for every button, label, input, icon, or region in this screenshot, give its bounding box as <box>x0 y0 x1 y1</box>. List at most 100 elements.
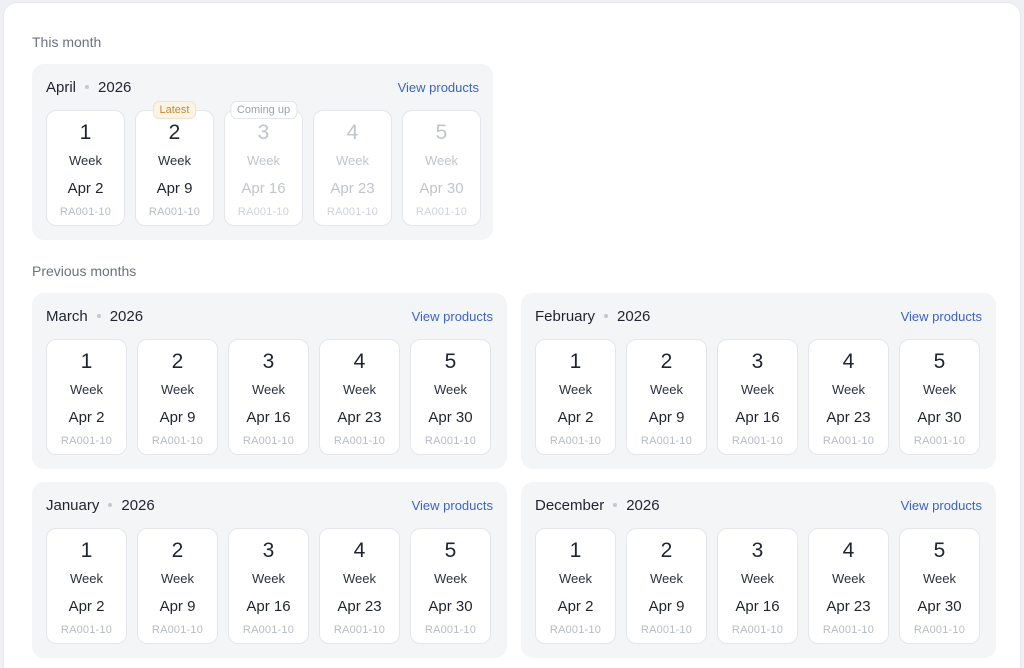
week-number: 5 <box>444 539 457 562</box>
week-tile-1[interactable]: 1 Week Apr 2 RA001-10 <box>46 110 125 226</box>
week-number: 1 <box>569 350 582 373</box>
view-products-link[interactable]: View products <box>412 498 493 513</box>
week-label: Week <box>650 571 683 586</box>
week-date: Apr 23 <box>337 598 382 615</box>
week-list: 1 Week Apr 2 RA001-10 2 Week Apr 9 RA001… <box>535 339 980 455</box>
week-label: Week <box>252 571 285 586</box>
week-code: RA001-10 <box>549 624 602 636</box>
month-card-february: February 2026 View products 1 Week Apr 2… <box>521 293 996 469</box>
week-date: Apr 9 <box>159 409 196 426</box>
view-products-link[interactable]: View products <box>901 309 982 324</box>
week-date: Apr 16 <box>246 409 291 426</box>
month-header: December 2026 View products <box>535 496 982 514</box>
week-date: Apr 2 <box>68 598 105 615</box>
week-label: Week <box>70 571 103 586</box>
week-list: 1 Week Apr 2 RA001-10 2 Week Apr 9 RA001… <box>46 528 491 644</box>
week-number: 2 <box>660 539 673 562</box>
week-tile-2[interactable]: 2 Week Apr 9 RA001-10 <box>137 528 218 644</box>
week-tile-1[interactable]: 1 Week Apr 2 RA001-10 <box>46 339 127 455</box>
latest-badge: Latest <box>152 101 197 119</box>
week-code: RA001-10 <box>151 435 204 447</box>
week-number: 5 <box>435 121 448 144</box>
week-tile-5[interactable]: 5 Week Apr 30 RA001-10 <box>899 528 980 644</box>
week-tile-5[interactable]: 5 Week Apr 30 RA001-10 <box>410 528 491 644</box>
week-number: 1 <box>80 350 93 373</box>
week-label: Week <box>252 382 285 397</box>
view-products-link[interactable]: View products <box>901 498 982 513</box>
week-code: RA001-10 <box>148 206 201 218</box>
week-date: Apr 16 <box>246 598 291 615</box>
week-tile-5[interactable]: 5 Week Apr 30 RA001-10 <box>410 339 491 455</box>
week-number: 1 <box>569 539 582 562</box>
week-date: Apr 2 <box>67 180 104 197</box>
week-number: 5 <box>933 350 946 373</box>
week-code: RA001-10 <box>237 206 290 218</box>
week-code: RA001-10 <box>640 435 693 447</box>
week-tile-3[interactable]: 3 Week Apr 16 RA001-10 <box>717 339 798 455</box>
week-number: 3 <box>262 350 275 373</box>
week-tile-3[interactable]: 3 Week Apr 16 RA001-10 <box>228 528 309 644</box>
week-tile-2[interactable]: Latest 2 Week Apr 9 RA001-10 <box>135 101 214 226</box>
week-tile-4[interactable]: 4 Week Apr 23 RA001-10 <box>313 110 392 226</box>
week-code: RA001-10 <box>60 435 113 447</box>
week-tile-3[interactable]: Coming up 3 Week Apr 16 RA001-10 <box>224 101 303 226</box>
week-code: RA001-10 <box>59 206 112 218</box>
week-date: Apr 23 <box>826 598 871 615</box>
week-code: RA001-10 <box>242 435 295 447</box>
week-label: Week <box>161 382 194 397</box>
week-label: Week <box>741 382 774 397</box>
week-date: Apr 16 <box>735 409 780 426</box>
week-label: Week <box>923 382 956 397</box>
week-code: RA001-10 <box>549 435 602 447</box>
week-tile-2[interactable]: 2 Week Apr 9 RA001-10 <box>137 339 218 455</box>
week-label: Week <box>434 571 467 586</box>
week-date: Apr 30 <box>917 598 962 615</box>
month-year: 2026 <box>626 496 660 514</box>
week-code: RA001-10 <box>731 435 784 447</box>
week-tile-2[interactable]: 2 Week Apr 9 RA001-10 <box>626 528 707 644</box>
week-number: 3 <box>257 121 270 144</box>
coming-up-badge: Coming up <box>229 101 298 119</box>
month-header: March 2026 View products <box>46 307 493 325</box>
week-tile-4[interactable]: 4 Week Apr 23 RA001-10 <box>808 339 889 455</box>
week-label: Week <box>650 382 683 397</box>
week-code: RA001-10 <box>415 206 468 218</box>
week-code: RA001-10 <box>151 624 204 636</box>
week-tile-4[interactable]: 4 Week Apr 23 RA001-10 <box>808 528 889 644</box>
week-tile-5[interactable]: 5 Week Apr 30 RA001-10 <box>402 110 481 226</box>
week-date: Apr 23 <box>826 409 871 426</box>
week-label: Week <box>343 571 376 586</box>
month-card-current: April 2026 View products 1 Week Apr 2 RA… <box>32 64 493 240</box>
view-products-link[interactable]: View products <box>412 309 493 324</box>
week-label: Week <box>69 153 102 168</box>
separator-dot <box>604 314 609 318</box>
week-tile-3[interactable]: 3 Week Apr 16 RA001-10 <box>228 339 309 455</box>
section-label-this-month: This month <box>32 34 102 50</box>
week-tile-4[interactable]: 4 Week Apr 23 RA001-10 <box>319 528 400 644</box>
week-tile-3[interactable]: 3 Week Apr 16 RA001-10 <box>717 528 798 644</box>
week-code: RA001-10 <box>333 435 386 447</box>
month-title: March 2026 <box>46 308 143 325</box>
week-tile-1[interactable]: 1 Week Apr 2 RA001-10 <box>535 339 616 455</box>
week-tile-1[interactable]: 1 Week Apr 2 RA001-10 <box>46 528 127 644</box>
week-tile-4[interactable]: 4 Week Apr 23 RA001-10 <box>319 339 400 455</box>
week-number: 1 <box>80 539 93 562</box>
month-card-march: March 2026 View products 1 Week Apr 2 RA… <box>32 293 507 469</box>
week-number: 1 <box>79 121 92 144</box>
week-date: Apr 23 <box>337 409 382 426</box>
month-title: April 2026 <box>46 79 131 96</box>
week-label: Week <box>158 153 191 168</box>
week-date: Apr 30 <box>428 409 473 426</box>
week-date: Apr 2 <box>557 598 594 615</box>
week-tile-1[interactable]: 1 Week Apr 2 RA001-10 <box>535 528 616 644</box>
week-date: Apr 9 <box>159 598 196 615</box>
week-tile-5[interactable]: 5 Week Apr 30 RA001-10 <box>899 339 980 455</box>
week-number: 3 <box>262 539 275 562</box>
week-tile-2[interactable]: 2 Week Apr 9 RA001-10 <box>626 339 707 455</box>
week-number: 3 <box>751 539 764 562</box>
week-label: Week <box>70 382 103 397</box>
week-label: Week <box>832 382 865 397</box>
view-products-link[interactable]: View products <box>398 80 479 95</box>
week-number: 2 <box>171 539 184 562</box>
week-date: Apr 16 <box>735 598 780 615</box>
